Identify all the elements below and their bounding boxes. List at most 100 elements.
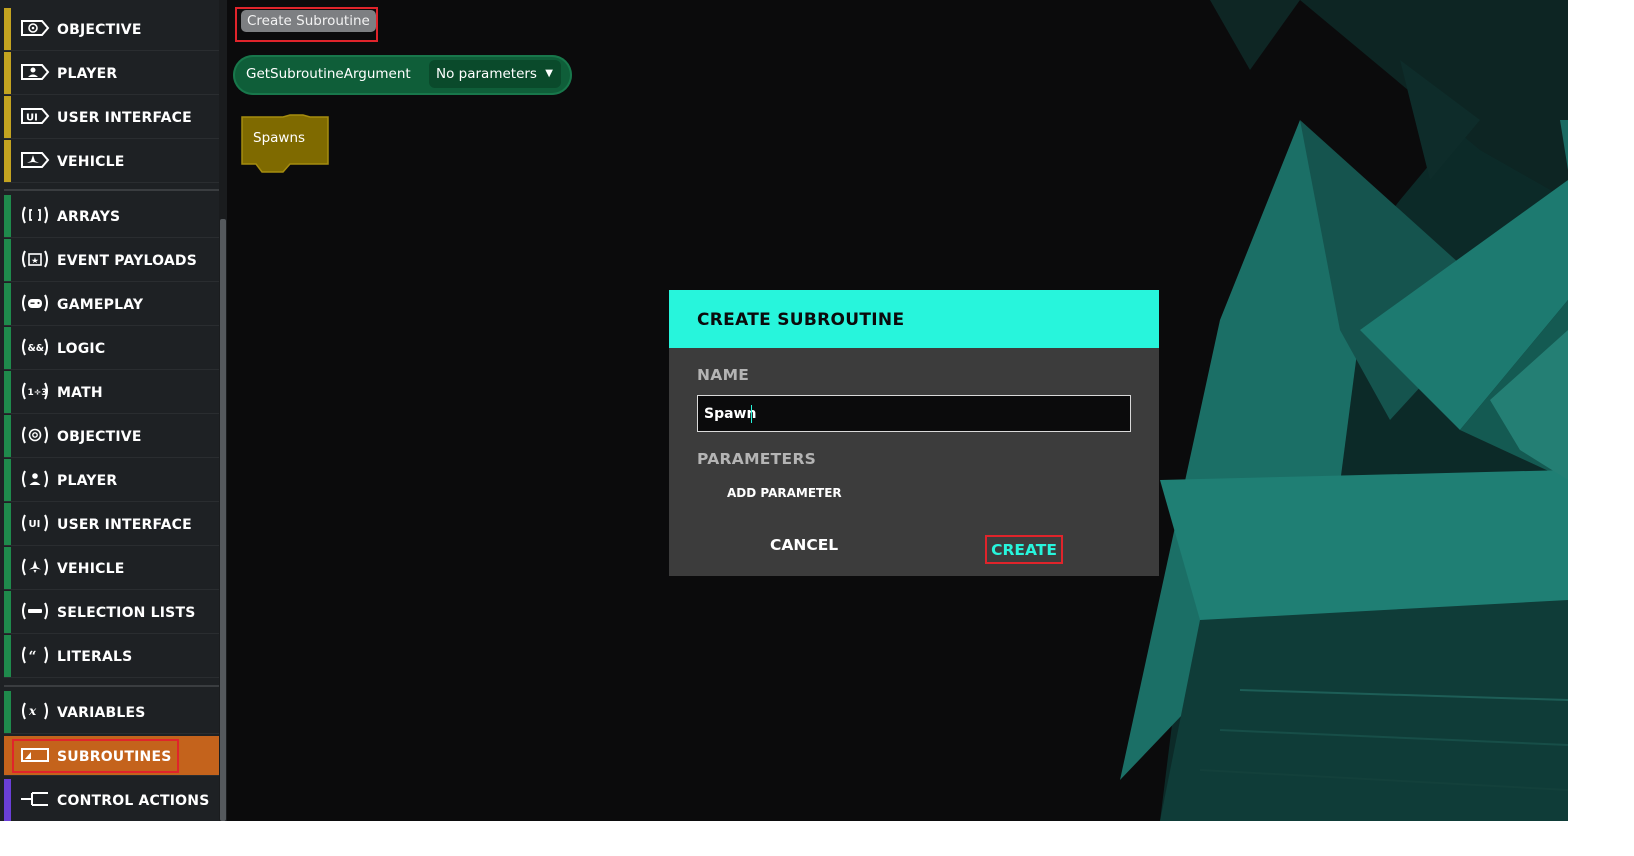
- category-arrays[interactable]: ARRAYS: [4, 195, 219, 238]
- category-vehicle-top[interactable]: VEHICLE: [4, 140, 219, 183]
- category-color-bar: [4, 371, 11, 413]
- svg-text:UI: UI: [26, 113, 38, 124]
- control-actions-icon: [20, 789, 50, 809]
- svg-text:UI: UI: [29, 519, 41, 530]
- sidebar-scrollbar-thumb[interactable]: [220, 219, 226, 821]
- category-objective-top[interactable]: OBJECTIVE: [4, 8, 219, 51]
- category-color-bar: [4, 459, 11, 501]
- add-parameter-button[interactable]: ADD PARAMETER: [727, 486, 842, 500]
- category-label: CONTROL ACTIONS: [57, 793, 210, 809]
- player-icon: [20, 62, 50, 82]
- create-button[interactable]: CREATE: [985, 535, 1063, 564]
- spawns-block-label: Spawns: [253, 130, 306, 146]
- dialog-title: CREATE SUBROUTINE: [697, 310, 905, 330]
- literals-icon: “: [20, 645, 50, 665]
- block-label: GetSubroutineArgument: [246, 66, 411, 82]
- category-color-bar: [4, 52, 11, 94]
- category-color-bar: [4, 503, 11, 545]
- category-label: OBJECTIVE: [57, 22, 142, 38]
- category-label: ARRAYS: [57, 209, 121, 225]
- math-icon: 1÷3: [20, 381, 50, 401]
- dialog-header: CREATE SUBROUTINE: [669, 290, 1159, 348]
- category-event-payloads[interactable]: EVENT PAYLOADS: [4, 239, 219, 282]
- parameters-label: PARAMETERS: [697, 450, 817, 468]
- subroutines-icon: [20, 745, 50, 765]
- category-label: LOGIC: [57, 341, 106, 357]
- category-color-bar: [4, 8, 11, 50]
- category-color-bar: [4, 691, 11, 733]
- objective-icon: [20, 425, 50, 445]
- gameplay-icon: [20, 293, 50, 313]
- category-objective[interactable]: OBJECTIVE: [4, 415, 219, 458]
- dropdown-value: No parameters: [436, 66, 537, 82]
- category-label: USER INTERFACE: [57, 110, 192, 126]
- category-logic[interactable]: && LOGIC: [4, 327, 219, 370]
- category-math[interactable]: 1÷3 MATH: [4, 371, 219, 414]
- event-payloads-icon: [20, 249, 50, 269]
- category-literals[interactable]: “ LITERALS: [4, 635, 219, 678]
- name-input[interactable]: [697, 395, 1131, 432]
- category-label: SUBROUTINES: [57, 749, 172, 765]
- cancel-button[interactable]: CANCEL: [770, 536, 838, 554]
- category-label: VARIABLES: [57, 705, 146, 721]
- category-color-bar: [4, 547, 11, 589]
- category-label: USER INTERFACE: [57, 517, 192, 533]
- category-sidebar: OBJECTIVE PLAYER UI USER INTERFACE VEHIC…: [0, 0, 227, 821]
- category-vehicle[interactable]: VEHICLE: [4, 547, 219, 590]
- category-user-interface-top[interactable]: UI USER INTERFACE: [4, 96, 219, 139]
- category-color-bar: [4, 96, 11, 138]
- logic-icon: &&: [20, 337, 50, 357]
- category-user-interface[interactable]: UI USER INTERFACE: [4, 503, 219, 546]
- category-label: MATH: [57, 385, 103, 401]
- category-color-bar: [4, 635, 11, 677]
- category-selection-lists[interactable]: SELECTION LISTS: [4, 591, 219, 634]
- text-caret: [751, 405, 752, 423]
- category-label: VEHICLE: [57, 561, 125, 577]
- category-color-bar: [4, 327, 11, 369]
- svg-text:&&: &&: [28, 343, 45, 354]
- svg-text:1÷3: 1÷3: [28, 388, 48, 398]
- get-subroutine-argument-block[interactable]: GetSubroutineArgument No parameters ▼: [233, 55, 572, 95]
- category-color-bar: [4, 736, 11, 775]
- objective-icon: [20, 18, 50, 38]
- category-player[interactable]: PLAYER: [4, 459, 219, 502]
- category-subroutines[interactable]: SUBROUTINES: [4, 736, 219, 776]
- user-interface-icon: UI: [20, 513, 50, 533]
- category-label: EVENT PAYLOADS: [57, 253, 197, 269]
- caret-down-icon: ▼: [545, 68, 553, 79]
- variables-icon: x: [20, 701, 50, 721]
- category-color-bar: [4, 779, 11, 821]
- category-label: SELECTION LISTS: [57, 605, 196, 621]
- vehicle-icon: [20, 557, 50, 577]
- create-subroutine-button[interactable]: Create Subroutine: [241, 10, 376, 32]
- name-label: NAME: [697, 366, 750, 384]
- category-color-bar: [4, 195, 11, 237]
- svg-text:“: “: [29, 649, 37, 665]
- category-label: OBJECTIVE: [57, 429, 142, 445]
- category-control-actions[interactable]: CONTROL ACTIONS: [4, 779, 219, 821]
- create-subroutine-dialog: CREATE SUBROUTINE NAME PARAMETERS ADD PA…: [669, 290, 1159, 576]
- sidebar-divider: [4, 685, 219, 687]
- category-variables[interactable]: x VARIABLES: [4, 691, 219, 734]
- vehicle-icon: [20, 150, 50, 170]
- category-label: PLAYER: [57, 473, 118, 489]
- selection-lists-icon: [20, 601, 50, 621]
- player-icon: [20, 469, 50, 489]
- svg-text:x: x: [28, 704, 37, 718]
- category-color-bar: [4, 140, 11, 182]
- category-player-top[interactable]: PLAYER: [4, 52, 219, 95]
- category-gameplay[interactable]: GAMEPLAY: [4, 283, 219, 326]
- sidebar-divider: [4, 189, 219, 191]
- category-color-bar: [4, 239, 11, 281]
- category-label: LITERALS: [57, 649, 133, 665]
- category-label: PLAYER: [57, 66, 118, 82]
- parameters-dropdown[interactable]: No parameters ▼: [429, 60, 561, 88]
- category-color-bar: [4, 591, 11, 633]
- arrays-icon: [20, 205, 50, 225]
- category-label: GAMEPLAY: [57, 297, 144, 313]
- category-label: VEHICLE: [57, 154, 125, 170]
- category-color-bar: [4, 415, 11, 457]
- app-window: OBJECTIVE PLAYER UI USER INTERFACE VEHIC…: [0, 0, 1568, 821]
- category-color-bar: [4, 283, 11, 325]
- user-interface-icon: UI: [20, 106, 50, 126]
